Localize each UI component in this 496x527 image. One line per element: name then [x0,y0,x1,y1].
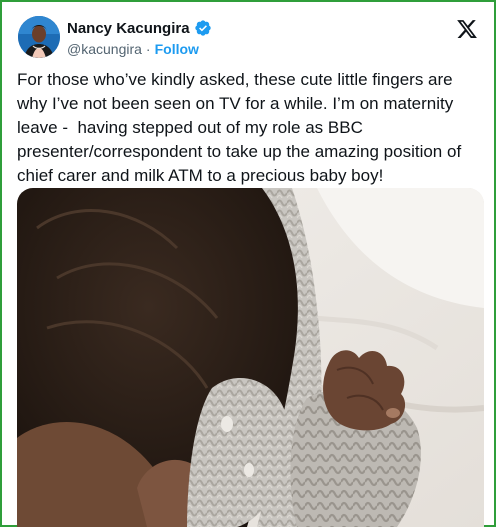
tweet-card: Nancy Kacungira @kacungira · Follow For … [0,0,496,527]
handle-separator: · [145,41,151,57]
author-name[interactable]: Nancy Kacungira [67,20,190,37]
verified-badge-icon [194,19,212,37]
author-handle[interactable]: @kacungira [67,41,142,57]
tweet-header: Nancy Kacungira @kacungira · Follow [16,14,480,60]
tweet-text: For those who’ve kindly asked, these cut… [17,70,466,185]
author-info: Nancy Kacungira @kacungira · Follow [67,18,212,57]
avatar-image [18,16,60,58]
follow-button[interactable]: Follow [155,41,199,57]
baby-photo [17,188,484,527]
x-logo-icon[interactable] [456,18,478,40]
tweet-photo[interactable] [17,188,484,527]
author-avatar[interactable] [18,16,60,58]
